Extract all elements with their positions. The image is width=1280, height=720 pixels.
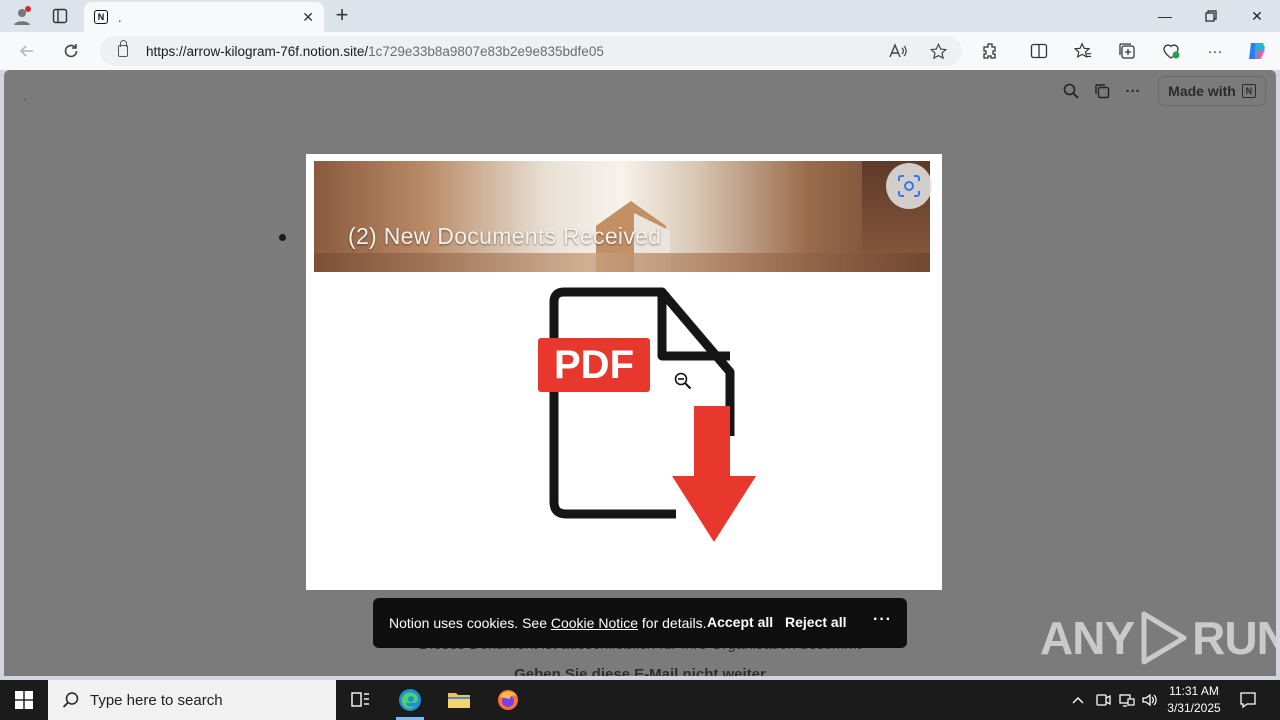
refresh-button[interactable] xyxy=(58,39,84,63)
accept-all-button[interactable]: Accept all xyxy=(707,614,773,630)
visual-search-button[interactable] xyxy=(886,163,932,209)
close-window-button[interactable]: ✕ xyxy=(1234,0,1280,32)
windows-logo-icon xyxy=(15,691,33,709)
new-tab-button[interactable]: + xyxy=(330,4,354,28)
system-clock[interactable]: 11:31 AM 3/31/2025 xyxy=(1160,683,1228,717)
tab-close-icon[interactable]: ✕ xyxy=(302,9,314,26)
cookie-more-button[interactable]: ··· xyxy=(873,611,892,629)
banner-image: (2) New Documents Received xyxy=(314,161,930,272)
lock-icon[interactable] xyxy=(118,40,128,57)
made-with-label: Made with xyxy=(1168,83,1236,99)
extensions-icon[interactable] xyxy=(978,39,1004,63)
notifications-icon[interactable] xyxy=(1238,690,1258,710)
watermark-right: RUN xyxy=(1192,612,1276,664)
pdf-download-graphic: PDF xyxy=(534,286,764,546)
taskbar-file-explorer-button[interactable] xyxy=(435,680,483,720)
clock-time: 11:31 AM xyxy=(1169,684,1219,698)
play-triangle-icon xyxy=(1141,611,1187,665)
cookie-suffix: for details. xyxy=(638,615,707,631)
reject-all-button[interactable]: Reject all xyxy=(785,614,846,630)
favorite-star-icon[interactable] xyxy=(926,39,950,63)
edge-icon xyxy=(399,689,421,711)
profile-icon[interactable] xyxy=(8,4,36,28)
pdf-file-icon xyxy=(549,287,756,542)
watermark-left: ANY xyxy=(1040,612,1135,664)
taskbar-search-box[interactable]: Type here to search xyxy=(48,680,336,720)
page-viewport: . ··· Made with N Dieses Dokument ist au… xyxy=(4,70,1276,676)
start-button[interactable] xyxy=(0,680,48,720)
url-path: 1c729e33b8a9807e83b2e9e835bdfe05 xyxy=(368,43,604,59)
back-button[interactable] xyxy=(14,39,40,63)
network-icon[interactable] xyxy=(1117,690,1137,710)
anyrun-watermark: ANY RUN xyxy=(1040,610,1276,666)
taskbar-firefox-button[interactable] xyxy=(484,680,532,720)
search-icon[interactable] xyxy=(1060,80,1082,102)
cookie-prefix: Notion uses cookies. See xyxy=(389,615,551,631)
collections-icon[interactable] xyxy=(1114,39,1140,63)
taskbar-edge-button[interactable] xyxy=(386,680,434,720)
task-view-button[interactable] xyxy=(336,680,384,720)
browser-tab-active[interactable]: N . ✕ xyxy=(84,2,324,32)
read-aloud-icon[interactable] xyxy=(886,39,910,63)
copilot-icon[interactable] xyxy=(1244,39,1270,63)
taskbar: Type here to search 11:31 AM 3/31/2025 xyxy=(0,680,1280,720)
restore-button[interactable] xyxy=(1188,0,1234,32)
download-arrow-icon xyxy=(672,406,756,542)
banner-sill-shape xyxy=(314,253,930,272)
tray-chevron-up-icon[interactable] xyxy=(1068,690,1088,710)
made-with-notion-button[interactable]: Made with N xyxy=(1158,76,1266,106)
notion-favicon-icon: N xyxy=(94,10,108,24)
behind-text-line-2: Geben Sie diese E-Mail nicht weiter xyxy=(514,666,766,676)
minimize-button[interactable]: — xyxy=(1142,0,1188,32)
favorites-icon[interactable] xyxy=(1070,39,1096,63)
search-placeholder: Type here to search xyxy=(90,691,223,709)
split-screen-icon[interactable] xyxy=(1026,39,1052,63)
tab-bar: N . ✕ + — ✕ xyxy=(0,0,1280,32)
page-title: . xyxy=(23,92,26,103)
duplicate-icon[interactable] xyxy=(1091,80,1113,102)
notion-logo-icon: N xyxy=(1241,84,1256,98)
tray-meet-icon[interactable] xyxy=(1093,690,1113,710)
zoom-out-cursor-icon xyxy=(674,372,692,390)
url-host: https://arrow-kilogram-76f.notion.site/ xyxy=(146,43,369,59)
settings-more-icon[interactable]: ··· xyxy=(1202,39,1228,63)
tab-title: . xyxy=(118,9,122,25)
cookie-banner: Notion uses cookies. See Cookie Notice f… xyxy=(373,598,907,648)
cookie-notice-link[interactable]: Cookie Notice xyxy=(551,615,638,631)
search-icon xyxy=(62,692,79,708)
banner-heading: (2) New Documents Received xyxy=(348,223,662,249)
firefox-icon xyxy=(498,690,518,710)
browser-toolbar: https://arrow-kilogram-76f.notion.site/1… xyxy=(0,32,1280,70)
image-block[interactable]: (2) New Documents Received PDF xyxy=(306,154,942,590)
folder-icon xyxy=(448,693,470,708)
clock-date: 3/31/2025 xyxy=(1167,701,1221,715)
task-view-icon xyxy=(351,692,369,707)
visual-search-icon xyxy=(898,175,920,197)
volume-icon[interactable] xyxy=(1140,690,1160,710)
cookie-message: Notion uses cookies. See Cookie Notice f… xyxy=(389,615,707,631)
browser-essentials-icon[interactable] xyxy=(1158,39,1184,63)
address-bar[interactable]: https://arrow-kilogram-76f.notion.site/1… xyxy=(100,36,962,66)
pdf-label: PDF xyxy=(538,338,650,392)
more-options-icon[interactable]: ··· xyxy=(1122,80,1144,102)
bullet-point xyxy=(279,234,286,241)
tab-actions-icon[interactable] xyxy=(46,4,74,28)
